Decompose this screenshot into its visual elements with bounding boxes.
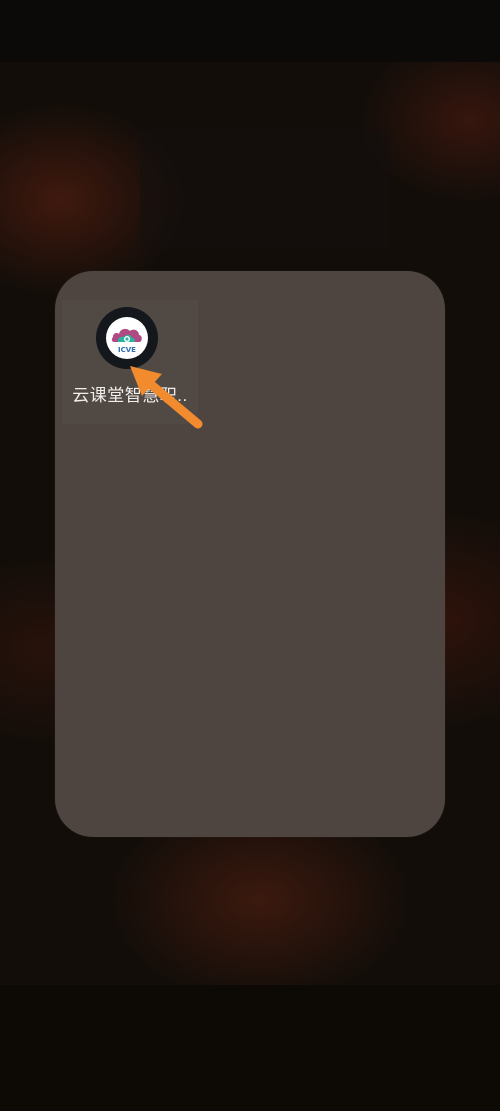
status-bar-area bbox=[0, 0, 500, 62]
icve-logo-text: ICVE bbox=[118, 346, 136, 354]
home-screen: ICVE 云课堂智慧职.. bbox=[0, 0, 500, 1111]
icve-logo-graphic: ICVE bbox=[106, 317, 148, 359]
app-label[interactable]: 云课堂智慧职.. bbox=[60, 381, 200, 406]
dock-area bbox=[0, 985, 500, 1111]
icve-cloud-logo-icon[interactable]: ICVE bbox=[96, 307, 158, 369]
blurred-wallpaper-region bbox=[140, 130, 390, 250]
